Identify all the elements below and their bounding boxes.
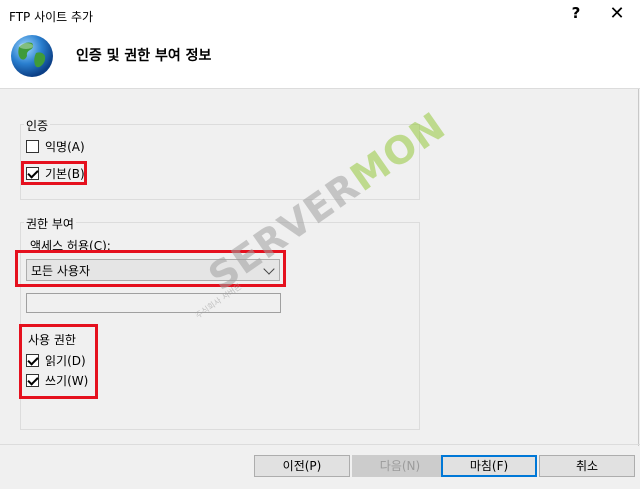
finish-button[interactable]: 마침(F): [441, 455, 537, 477]
anonymous-label: 익명(A): [45, 139, 85, 154]
page-title: 인증 및 권한 부여 정보: [76, 48, 212, 64]
window-title: FTP 사이트 추가: [9, 10, 94, 24]
wizard-header: 인증 및 권한 부여 정보: [0, 30, 640, 88]
footer-divider: [0, 444, 640, 445]
authorization-group-label: 권한 부여: [24, 215, 76, 232]
help-button[interactable]: ?: [566, 4, 586, 26]
auth-group-label: 인증: [24, 117, 51, 134]
content-area: 인증 익명(A) 기본(B) 권한 부여 액세스 허용(C): 모든 사용자 사…: [0, 88, 640, 489]
highlight-box-basic: [21, 161, 87, 185]
user-input[interactable]: [26, 293, 281, 313]
anonymous-checkbox[interactable]: [26, 139, 39, 153]
prev-button[interactable]: 이전(P): [254, 455, 350, 477]
globe-icon: [11, 35, 53, 77]
next-button[interactable]: 다음(N): [352, 455, 448, 477]
cancel-button[interactable]: 취소: [539, 455, 635, 477]
highlight-box-access: [15, 250, 286, 287]
title-bar: FTP 사이트 추가 ? ✕: [0, 0, 640, 30]
highlight-box-permissions: [19, 324, 98, 399]
anonymous-checkbox-row[interactable]: 익명(A): [26, 138, 85, 154]
close-button[interactable]: ✕: [604, 3, 630, 27]
